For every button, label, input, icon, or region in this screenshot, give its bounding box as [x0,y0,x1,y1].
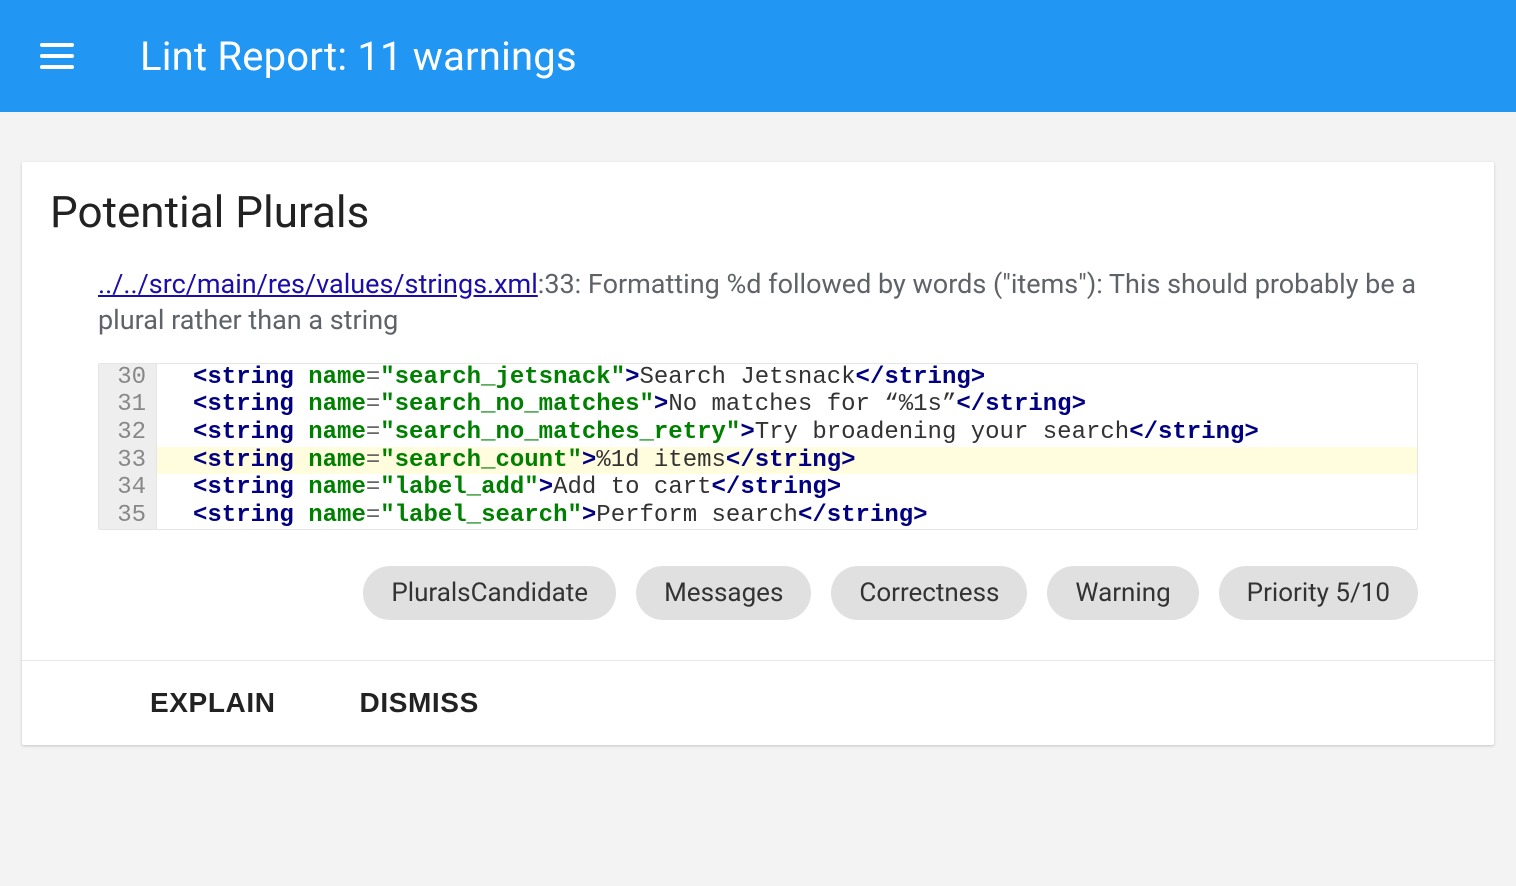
line-number: 31 [99,391,157,419]
code-content: <string name="label_add">Add to cart</st… [157,474,1417,502]
app-title: Lint Report: 11 warnings [140,33,577,80]
code-content: <string name="search_count">%1d items</s… [157,447,1417,475]
code-content: <string name="label_search">Perform sear… [157,502,1417,530]
code-snippet: 30<string name="search_jetsnack">Search … [98,363,1418,531]
hamburger-menu-icon[interactable] [40,36,80,76]
chip-pluralscandidate[interactable]: PluralsCandidate [363,566,616,620]
source-file-link[interactable]: ../../src/main/res/values/strings.xml [98,268,538,300]
chip-messages[interactable]: Messages [636,566,811,620]
code-content: <string name="search_no_matches">No matc… [157,391,1417,419]
content-area: Potential Plurals ../../src/main/res/val… [0,112,1516,785]
line-number: 35 [99,502,157,530]
line-number: 32 [99,419,157,447]
line-number: 34 [99,474,157,502]
code-line: 33<string name="search_count">%1d items<… [99,447,1417,475]
card-actions: EXPLAIN DISMISS [22,660,1494,745]
issue-title: Potential Plurals [50,186,1466,238]
chip-row: PluralsCandidate Messages Correctness Warni… [50,566,1466,620]
chip-warning[interactable]: Warning [1047,566,1198,620]
chip-priority-5-10[interactable]: Priority 5/10 [1219,566,1418,620]
code-content: <string name="search_no_matches_retry">T… [157,419,1417,447]
code-line: 35<string name="label_search">Perform se… [99,502,1417,530]
code-line: 34<string name="label_add">Add to cart</… [99,474,1417,502]
explain-button[interactable]: EXPLAIN [150,687,276,719]
code-line: 30<string name="search_jetsnack">Search … [99,364,1417,392]
dismiss-button[interactable]: DISMISS [360,687,479,719]
line-number: 30 [99,364,157,392]
code-content: <string name="search_jetsnack">Search Je… [157,364,1417,392]
line-number: 33 [99,447,157,475]
code-line: 32<string name="search_no_matches_retry"… [99,419,1417,447]
app-bar: Lint Report: 11 warnings [0,0,1516,112]
issue-card: Potential Plurals ../../src/main/res/val… [22,162,1494,745]
chip-correctness[interactable]: Correctness [831,566,1027,620]
issue-description: ../../src/main/res/values/strings.xml:33… [50,266,1466,339]
code-line: 31<string name="search_no_matches">No ma… [99,391,1417,419]
